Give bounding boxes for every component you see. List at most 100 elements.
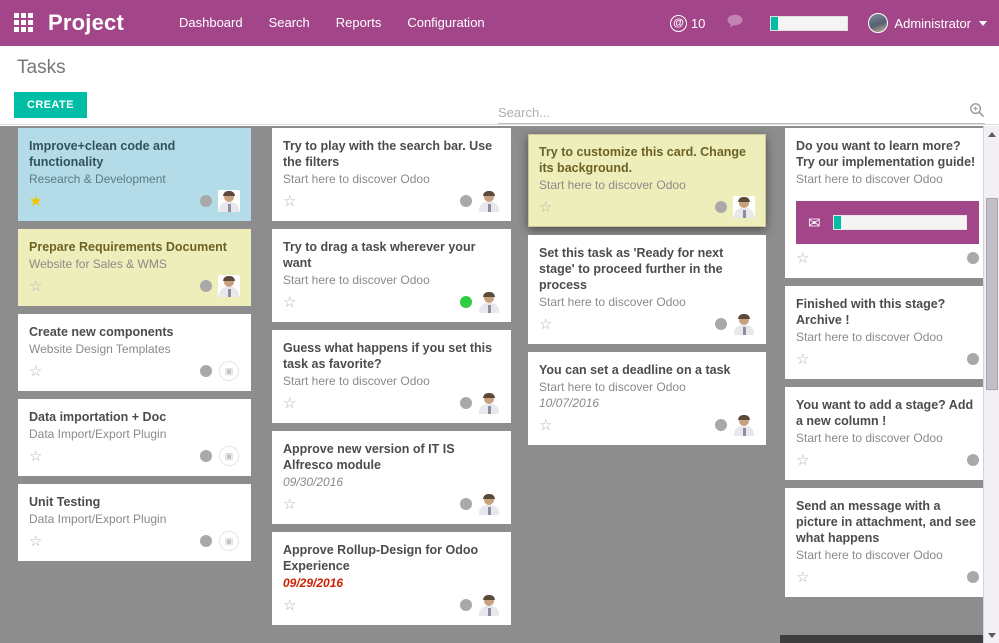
kanban-card[interactable]: Do you want to learn more? Try our imple… [785, 128, 990, 278]
kanban-card[interactable]: Improve+clean code and functionality Rese… [18, 128, 251, 221]
search-magnifier-icon[interactable] [963, 102, 985, 123]
kanban-card[interactable]: Data importation + Doc Data Import/Export… [18, 399, 251, 476]
favorite-star-icon[interactable]: ☆ [29, 279, 42, 294]
mention-counter[interactable]: @ 10 [660, 14, 715, 32]
kanban-card[interactable]: Try to drag a task wherever your want Sta… [272, 229, 511, 322]
favorite-star-icon[interactable]: ☆ [283, 497, 296, 512]
user-name-label: Administrator [894, 15, 971, 31]
kanban-state-dot[interactable] [460, 397, 472, 409]
favorite-star-icon[interactable]: ☆ [283, 396, 296, 411]
broken-image-icon: ▣ [219, 531, 239, 551]
assignee-avatar[interactable] [733, 313, 755, 335]
favorite-star-icon[interactable]: ☆ [29, 534, 42, 549]
favorite-star-icon[interactable]: ☆ [796, 453, 809, 468]
kanban-card[interactable]: Unit Testing Data Import/Export Plugin ☆ ▣ [18, 484, 251, 561]
scroll-thumb[interactable] [986, 198, 998, 390]
assignee-avatar[interactable] [478, 190, 500, 212]
kanban-column-4[interactable]: Do you want to learn more? Try our imple… [785, 128, 990, 605]
kanban-column-2[interactable]: Try to play with the search bar. Use the… [272, 128, 511, 633]
promo-banner[interactable]: ✉ [796, 201, 979, 244]
card-subtitle: Website Design Templates [29, 342, 171, 356]
favorite-star-icon[interactable]: ☆ [283, 295, 296, 310]
assignee-avatar-placeholder[interactable]: ▣ [218, 445, 240, 467]
assignee-avatar[interactable] [218, 275, 240, 297]
favorite-star-icon[interactable]: ☆ [539, 200, 552, 215]
kanban-card[interactable]: Create new components Website Design Temp… [18, 314, 251, 391]
kanban-state-dot[interactable] [967, 454, 979, 466]
kanban-state-dot[interactable] [967, 353, 979, 365]
assignee-avatar[interactable] [218, 190, 240, 212]
card-footer-right [967, 252, 979, 264]
favorite-star-icon[interactable]: ☆ [29, 449, 42, 464]
app-brand-project[interactable]: Project [48, 10, 124, 36]
apps-grid-icon[interactable] [14, 13, 34, 33]
kanban-card[interactable]: Guess what happens if you set this task … [272, 330, 511, 423]
assignee-avatar[interactable] [733, 196, 755, 218]
assignee-avatar[interactable] [478, 493, 500, 515]
scroll-down-arrow-icon[interactable] [984, 627, 999, 643]
search-input[interactable] [498, 105, 963, 120]
assignee-avatar-placeholder[interactable]: ▣ [218, 530, 240, 552]
card-title: Create new components [29, 325, 174, 339]
kanban-state-dot[interactable] [460, 195, 472, 207]
bottom-dark-strip [780, 635, 983, 643]
kanban-state-dot[interactable] [715, 419, 727, 431]
search-bar[interactable] [498, 102, 985, 124]
kanban-card[interactable]: You can set a deadline on a task Start he… [528, 352, 766, 445]
kanban-card[interactable]: Set this task as 'Ready for next stage' … [528, 235, 766, 344]
card-subtitle: Data Import/Export Plugin [29, 427, 167, 441]
kanban-state-dot[interactable] [460, 498, 472, 510]
assignee-avatar[interactable] [478, 291, 500, 313]
kanban-card[interactable]: Prepare Requirements Document Website for… [18, 229, 251, 306]
assignee-avatar[interactable] [478, 594, 500, 616]
chat-bubble-icon[interactable] [715, 14, 756, 33]
favorite-star-icon[interactable]: ☆ [29, 364, 42, 379]
user-menu[interactable]: Administrator [862, 13, 987, 33]
menu-item-dashboard[interactable]: Dashboard [166, 0, 256, 46]
kanban-card[interactable]: You want to add a stage? Add a new colum… [785, 387, 990, 480]
favorite-star-icon[interactable]: ☆ [796, 251, 809, 266]
menu-item-reports[interactable]: Reports [323, 0, 395, 46]
favorite-star-icon[interactable]: ☆ [539, 317, 552, 332]
kanban-column-3[interactable]: Try to customize this card. Change its b… [528, 134, 766, 453]
card-title: Improve+clean code and functionality [29, 139, 176, 169]
create-button[interactable]: CREATE [14, 92, 87, 118]
kanban-state-dot[interactable] [200, 280, 212, 292]
kanban-state-dot[interactable] [460, 296, 472, 308]
card-deadline: 09/29/2016 [283, 576, 344, 590]
kanban-card[interactable]: Send an message with a picture in attach… [785, 488, 990, 597]
card-footer: ☆ [796, 348, 979, 370]
favorite-star-icon[interactable]: ☆ [539, 418, 552, 433]
assignee-avatar-placeholder[interactable]: ▣ [218, 360, 240, 382]
card-footer-right [967, 454, 979, 466]
menu-item-search[interactable]: Search [256, 0, 323, 46]
vertical-scrollbar[interactable] [983, 126, 999, 643]
kanban-state-dot[interactable] [967, 571, 979, 583]
kanban-state-dot[interactable] [460, 599, 472, 611]
kanban-column-1[interactable]: Improve+clean code and functionality Rese… [18, 128, 251, 569]
favorite-star-icon[interactable]: ☆ [796, 570, 809, 585]
assignee-avatar[interactable] [478, 392, 500, 414]
favorite-star-icon[interactable]: ☆ [283, 598, 296, 613]
kanban-state-dot[interactable] [200, 450, 212, 462]
kanban-card[interactable]: Approve new version of IT IS Alfresco mo… [272, 431, 511, 524]
kanban-state-dot[interactable] [715, 318, 727, 330]
favorite-star-icon[interactable]: ★ [29, 194, 42, 209]
kanban-state-dot[interactable] [967, 252, 979, 264]
kanban-card[interactable]: Approve Rollup-Design for Odoo Experienc… [272, 532, 511, 625]
card-subtitle: Start here to discover Odoo [283, 172, 430, 186]
favorite-star-icon[interactable]: ☆ [283, 194, 296, 209]
kanban-card[interactable]: Finished with this stage? Archive ! Start… [785, 286, 990, 379]
kanban-state-dot[interactable] [715, 201, 727, 213]
kanban-state-dot[interactable] [200, 365, 212, 377]
kanban-card[interactable]: Try to customize this card. Change its b… [528, 134, 766, 227]
kanban-state-dot[interactable] [200, 535, 212, 547]
assignee-avatar[interactable] [733, 414, 755, 436]
menu-item-configuration[interactable]: Configuration [394, 0, 497, 46]
card-subtitle: Data Import/Export Plugin [29, 512, 167, 526]
kanban-state-dot[interactable] [200, 195, 212, 207]
card-title: Set this task as 'Ready for next stage' … [539, 246, 724, 292]
scroll-up-arrow-icon[interactable] [984, 126, 999, 142]
favorite-star-icon[interactable]: ☆ [796, 352, 809, 367]
kanban-card[interactable]: Try to play with the search bar. Use the… [272, 128, 511, 221]
